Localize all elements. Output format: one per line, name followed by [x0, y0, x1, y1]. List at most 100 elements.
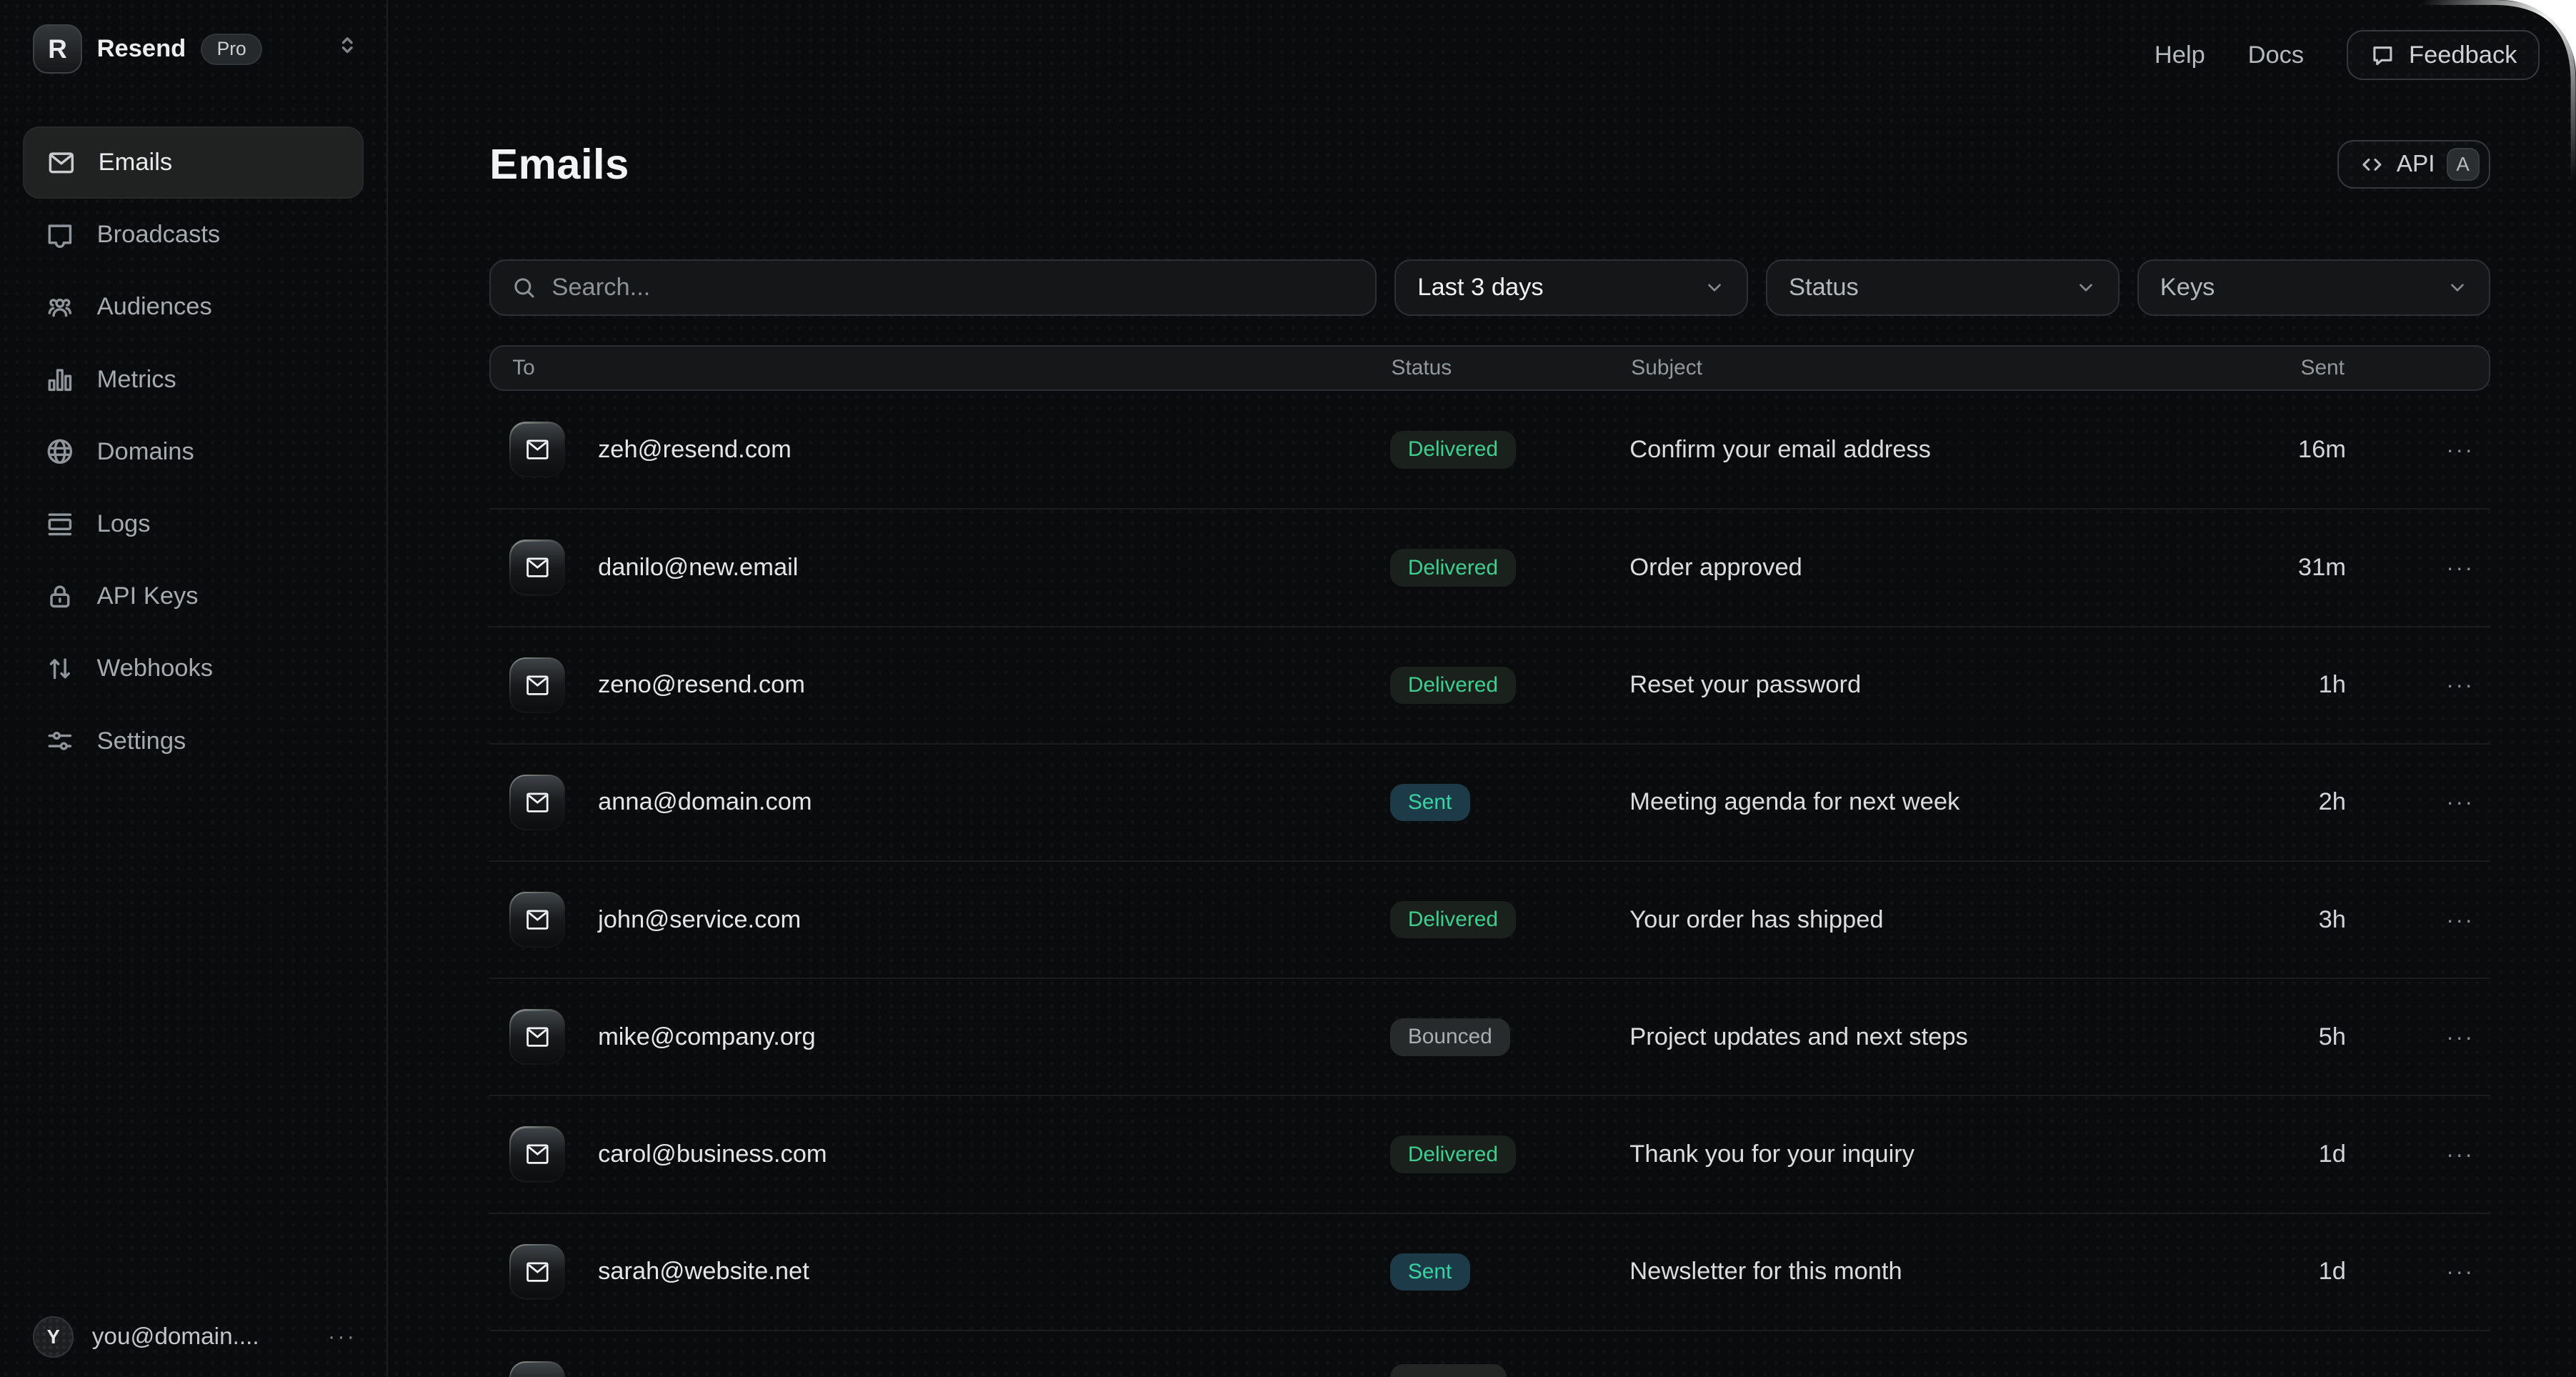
sidebar-item-settings[interactable]: Settings [23, 705, 363, 777]
chevron-down-icon [2447, 277, 2468, 298]
status-badge: Delivered [1390, 667, 1517, 704]
main-content: Emails API A Last 3 days [388, 106, 2576, 1377]
chevron-up-down-icon[interactable] [335, 33, 359, 64]
feedback-label: Feedback [2409, 41, 2517, 69]
row-menu-ellipsis-icon[interactable]: ··· [2346, 555, 2490, 581]
status-select[interactable]: Status [1766, 259, 2119, 315]
sidebar-nav: Emails Broadcasts Audiences Metrics [0, 126, 386, 777]
status-badge: Delivered [1390, 1135, 1517, 1173]
column-header-subject: Subject [1631, 356, 2197, 380]
help-link[interactable]: Help [2155, 41, 2205, 69]
chat-bubble-icon [2370, 42, 2396, 69]
date-range-value: Last 3 days [1417, 274, 1543, 302]
row-menu-ellipsis-icon[interactable]: ··· [2346, 672, 2490, 698]
broadcast-tray-icon [44, 219, 76, 251]
column-header-to: To [491, 356, 1391, 380]
email-chip-icon [509, 1361, 565, 1377]
table-row[interactable]: anna@domain.com Sent Meeting agenda for … [489, 743, 2490, 860]
row-menu-ellipsis-icon[interactable]: ··· [2346, 1258, 2490, 1285]
search-input[interactable] [551, 274, 1355, 302]
sent-time: 3h [2198, 906, 2346, 934]
row-menu-ellipsis-icon[interactable]: ··· [2346, 789, 2490, 815]
sidebar-item-label: Broadcasts [97, 221, 221, 249]
email-chip-icon [509, 892, 565, 948]
sidebar-item-logs[interactable]: Logs [23, 488, 363, 560]
bar-chart-icon [44, 364, 76, 395]
plan-badge: Pro [201, 34, 263, 65]
table-row[interactable]: mike@company.org Bounced Project updates… [489, 978, 2490, 1095]
recipient-email: sarah@website.net [598, 1258, 809, 1286]
recipient-email: anna@domain.com [598, 788, 812, 816]
email-subject: Project updates and next steps [1629, 1023, 2198, 1051]
arrows-up-down-icon [44, 653, 76, 685]
table-row[interactable]: john@service.com Delivered Your order ha… [489, 860, 2490, 978]
search-icon [511, 274, 537, 301]
ellipsis-icon[interactable]: ··· [328, 1326, 356, 1348]
table-row[interactable]: danilo@new.email Delivered Order approve… [489, 508, 2490, 625]
sidebar: R Resend Pro Emails Broadcasts [0, 0, 388, 1377]
sidebar-item-domains[interactable]: Domains [23, 416, 363, 488]
email-subject: Reset your password [1629, 671, 2198, 699]
table-row[interactable]: zeh@resend.com Delivered Confirm your em… [489, 391, 2490, 508]
table-row[interactable]: carol@business.com Delivered Thank you f… [489, 1095, 2490, 1212]
email-chip-icon [509, 1009, 565, 1065]
api-label: API [2397, 151, 2435, 178]
lock-icon [44, 581, 76, 612]
sidebar-item-label: API Keys [97, 582, 199, 610]
sidebar-item-emails[interactable]: Emails [23, 126, 363, 199]
email-table: zeh@resend.com Delivered Confirm your em… [489, 391, 2490, 1377]
sent-time: 2h [2198, 788, 2346, 816]
keys-select-label: Keys [2160, 274, 2215, 302]
envelope-icon [46, 147, 77, 179]
row-menu-ellipsis-icon[interactable]: ··· [2346, 1024, 2490, 1050]
sidebar-item-metrics[interactable]: Metrics [23, 344, 363, 416]
sent-time: 1h [2198, 671, 2346, 699]
recipient-email: john@service.com [598, 906, 801, 934]
docs-link[interactable]: Docs [2248, 41, 2305, 69]
feedback-button[interactable]: Feedback [2347, 30, 2540, 81]
screenshot-stage: R Resend Pro Emails Broadcasts [0, 0, 2576, 1377]
sidebar-item-audiences[interactable]: Audiences [23, 271, 363, 343]
workspace-switcher[interactable]: R Resend Pro [0, 0, 386, 74]
user-menu[interactable]: Y you@domain.... ··· [0, 1316, 386, 1357]
sidebar-item-label: Metrics [97, 366, 176, 394]
filter-bar: Last 3 days Status Keys [489, 259, 2490, 315]
email-subject: Your order has shipped [1629, 906, 2198, 934]
column-header-status: Status [1392, 356, 1632, 380]
column-header-sent: Sent [2197, 356, 2345, 380]
row-menu-ellipsis-icon[interactable]: ··· [2346, 907, 2490, 933]
recipient-email: danilo@new.email [598, 554, 798, 582]
email-chip-icon [509, 1126, 565, 1182]
table-row[interactable]: sarah@website.net Sent Newsletter for th… [489, 1213, 2490, 1330]
email-chip-icon [509, 1244, 565, 1300]
user-email: you@domain.... [92, 1323, 310, 1351]
avatar-letter: Y [47, 1326, 60, 1348]
api-shortcut-badge: A [2447, 148, 2480, 181]
workspace-name: Resend [97, 35, 186, 63]
sidebar-item-label: Domains [97, 438, 194, 466]
table-row[interactable]: zeno@resend.com Delivered Reset your pas… [489, 626, 2490, 743]
row-menu-ellipsis-icon[interactable]: ··· [2346, 437, 2490, 463]
sent-time: 31m [2198, 554, 2346, 582]
email-chip-icon [509, 775, 565, 830]
recipient-email: zeno@resend.com [598, 671, 805, 699]
row-menu-ellipsis-icon[interactable]: ··· [2346, 1141, 2490, 1168]
sidebar-item-label: Audiences [97, 293, 212, 321]
resend-logo: R [33, 24, 82, 74]
api-button[interactable]: API A [2337, 140, 2490, 189]
sidebar-item-label: Settings [97, 727, 186, 755]
sidebar-item-api-keys[interactable]: API Keys [23, 560, 363, 632]
keys-select[interactable]: Keys [2137, 259, 2490, 315]
sidebar-item-label: Emails [99, 149, 172, 177]
table-row-partial[interactable] [489, 1330, 2490, 1377]
sidebar-item-label: Logs [97, 510, 151, 538]
date-range-select[interactable]: Last 3 days [1394, 259, 1747, 315]
sidebar-item-broadcasts[interactable]: Broadcasts [23, 199, 363, 271]
globe-icon [44, 436, 76, 467]
app-window: R Resend Pro Emails Broadcasts [0, 0, 2576, 1377]
recipient-email: zeh@resend.com [598, 436, 792, 464]
status-badge [1390, 1364, 1507, 1377]
sent-time: 5h [2198, 1023, 2346, 1051]
sent-time: 16m [2198, 436, 2346, 464]
sidebar-item-webhooks[interactable]: Webhooks [23, 632, 363, 705]
